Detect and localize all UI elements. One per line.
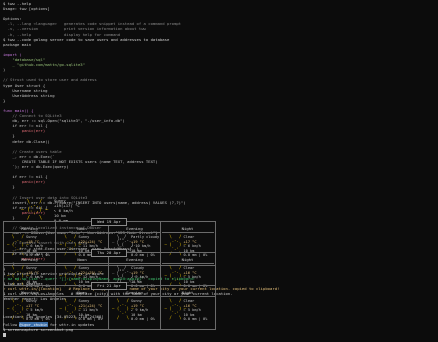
current-weather: \ / .-. ― ( ) ― `-' / \ Sunny +19(+17) °C… xyxy=(8,196,98,223)
divider xyxy=(161,232,214,233)
forecast-day-label: Thu 20 Apr xyxy=(91,249,127,257)
period-name: Evening xyxy=(126,290,143,295)
period-name: Morning xyxy=(21,290,38,295)
period-name: Night xyxy=(181,226,194,231)
divider xyxy=(161,263,214,264)
period-name: Morning xyxy=(21,257,38,262)
forecast-day-label: Wed 19 Apr xyxy=(91,218,127,226)
period-name: Night xyxy=(181,257,194,262)
divider xyxy=(56,263,108,264)
divider xyxy=(109,232,160,233)
terminal-footer: Location: Los Angeles [34.05223,-118.243… xyxy=(3,314,433,338)
current-weather-info: Sunny +19(+17) °C ↖ 6 km/h 10 km 0.0 mm xyxy=(54,198,80,223)
divider xyxy=(56,296,108,297)
divider xyxy=(109,296,160,297)
text-cursor xyxy=(3,332,6,338)
divider xyxy=(4,232,55,233)
divider xyxy=(109,263,160,264)
period-name: Morning xyxy=(21,226,38,231)
period-name: Night xyxy=(181,290,194,295)
sun-icon: \ / .-. ― ( ) ― `-' / \ xyxy=(21,199,49,221)
period-name: Evening xyxy=(126,257,143,262)
period-name: Evening xyxy=(126,226,143,231)
period-name: Noon xyxy=(77,226,87,231)
divider xyxy=(56,232,108,233)
divider xyxy=(161,296,214,297)
period-name: Noon xyxy=(77,257,87,262)
forecast-day-label: Fri 21 Apr xyxy=(91,282,127,290)
divider xyxy=(4,296,55,297)
divider xyxy=(4,263,55,264)
prompt-line[interactable] xyxy=(3,332,433,338)
period-name: Noon xyxy=(77,290,87,295)
period-detail-line: Partly cloudy xyxy=(131,235,160,239)
